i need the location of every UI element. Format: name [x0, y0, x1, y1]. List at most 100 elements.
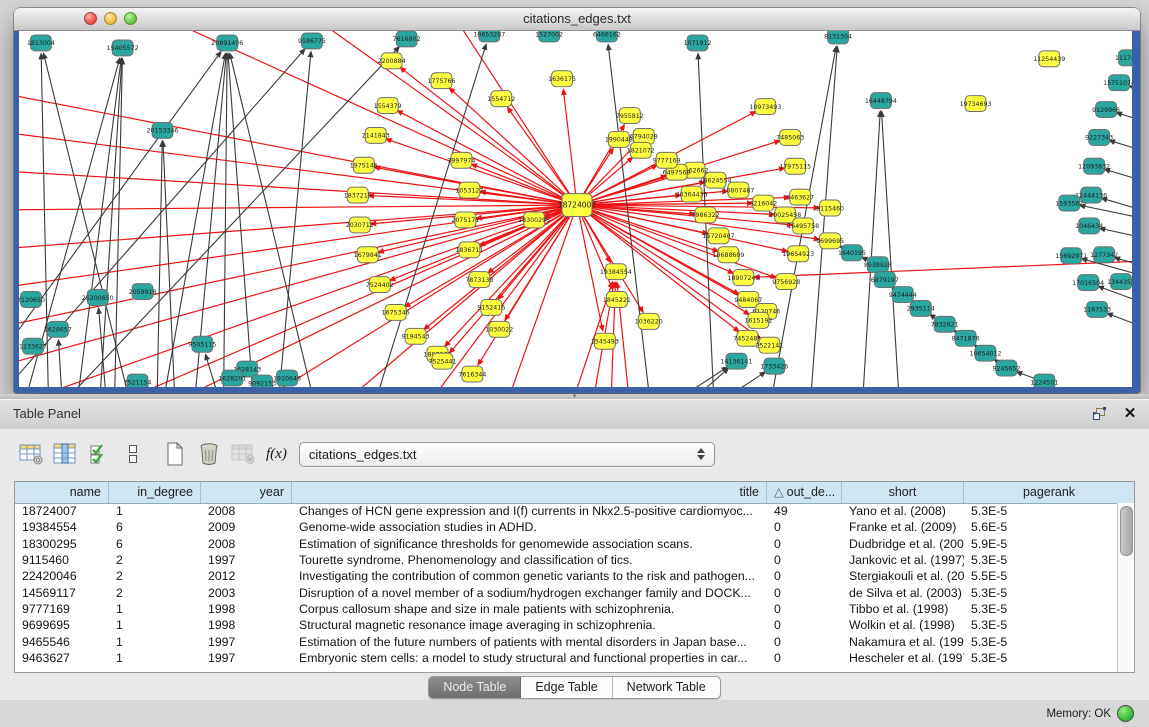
table-row[interactable]: 1938455462009Genome-wide association stu…	[15, 519, 1118, 535]
graph-node[interactable]: 18724007	[558, 194, 597, 217]
graph-node[interactable]: 1277342	[1090, 247, 1118, 263]
graph-node[interactable]: 15405572	[107, 40, 139, 56]
graph-node[interactable]: 15751074	[1103, 75, 1132, 91]
graph-node[interactable]: 9092153	[248, 375, 276, 387]
memory-ok-indicator[interactable]	[1117, 705, 1134, 722]
graph-node[interactable]: 1640195	[838, 245, 866, 261]
graph-node[interactable]: 1821072	[627, 142, 655, 158]
graph-node[interactable]: 1071912	[684, 35, 712, 51]
graph-node[interactable]: 9186775	[298, 33, 326, 49]
graph-node[interactable]: 9699695	[816, 233, 844, 249]
column-header-year[interactable]: year	[201, 482, 292, 503]
create-table-button[interactable]	[160, 440, 190, 468]
graph-node[interactable]: 7525441	[429, 353, 457, 369]
column-header-in_degree[interactable]: in_degree	[109, 482, 201, 503]
graph-node[interactable]: 19734693	[960, 96, 992, 112]
graph-node[interactable]: 1224501	[1030, 374, 1058, 387]
table-row[interactable]: 1830029562008Estimation of significance …	[15, 536, 1118, 552]
graph-node[interactable]: 6879197	[871, 272, 899, 288]
graph-node[interactable]: 9474444	[889, 287, 917, 303]
apply-function-button[interactable]: f(x)	[266, 446, 287, 463]
graph-node[interactable]: 7616802	[393, 31, 421, 47]
graph-node[interactable]: 1733426	[760, 358, 788, 374]
graph-node[interactable]: 1836711	[455, 242, 483, 258]
graph-node[interactable]: 2522141	[755, 337, 783, 353]
graph-node[interactable]: 1628201	[218, 370, 246, 386]
graph-node[interactable]: 6216042	[749, 195, 777, 211]
graph-node[interactable]: 1975145	[350, 157, 378, 173]
table-row[interactable]: 2242004622012Investigating the contribut…	[15, 568, 1118, 584]
column-header-title[interactable]: title	[292, 482, 767, 503]
zoom-window-button[interactable]	[124, 12, 137, 25]
graph-node[interactable]: 19384554	[600, 264, 632, 280]
table-selector-dropdown[interactable]: citations_edges.txt	[299, 442, 715, 467]
graph-node[interactable]: 19654923	[782, 246, 814, 262]
graph-node[interactable]: 7616344	[458, 366, 486, 382]
table-row[interactable]: 1456911722003Disruption of a novel membe…	[15, 584, 1118, 600]
graph-node[interactable]: 7873138	[465, 272, 493, 288]
minimize-window-button[interactable]	[104, 12, 117, 25]
show-columns-button[interactable]	[50, 440, 80, 468]
graph-node[interactable]: 2935114	[907, 300, 935, 316]
graph-node[interactable]: 20153346	[147, 122, 179, 138]
graph-node[interactable]: 10653287	[473, 31, 505, 42]
graph-node[interactable]: 8471876	[952, 330, 980, 346]
float-panel-button[interactable]	[1090, 405, 1108, 423]
graph-node[interactable]: 15720407	[703, 228, 735, 244]
graph-node[interactable]: 9505115	[188, 336, 216, 352]
table-vertical-scrollbar[interactable]	[1117, 503, 1134, 672]
delete-entries-button[interactable]	[194, 440, 224, 468]
graph-node[interactable]: 12093832	[1078, 158, 1110, 174]
graph-node[interactable]: 1628657	[44, 321, 72, 337]
graph-node[interactable]: 1775766	[428, 73, 456, 89]
graph-node[interactable]: 9463627	[786, 189, 814, 205]
graph-node[interactable]: 2141843	[362, 127, 390, 143]
graph-node[interactable]: 7485063	[776, 129, 804, 145]
graph-node[interactable]: 1527002	[535, 31, 563, 42]
graph-node[interactable]: 2200884	[378, 53, 406, 69]
graph-node[interactable]: 9194543	[402, 328, 430, 344]
graph-node[interactable]: 20364436	[676, 186, 708, 202]
graph-node[interactable]: 9227343	[1085, 129, 1113, 145]
table-row[interactable]: 1872400712008Changes of HCN gene express…	[15, 503, 1118, 519]
table-row[interactable]: 946554611997Estimation of the future num…	[15, 633, 1118, 649]
graph-node[interactable]: 1593582	[1055, 195, 1083, 211]
graph-node[interactable]: 1117438	[1115, 50, 1132, 66]
graph-node[interactable]: 1554379	[374, 98, 402, 114]
graph-node[interactable]: 8938928	[864, 257, 892, 273]
table-settings-button[interactable]	[16, 440, 46, 468]
graph-node[interactable]: 1030022	[485, 321, 513, 337]
graph-node[interactable]: 1036220	[635, 313, 663, 329]
graph-node[interactable]: 14136141	[720, 353, 752, 369]
graph-node[interactable]: 15692971	[1055, 248, 1087, 264]
graph-node[interactable]: 18907249	[727, 270, 759, 286]
graph-node[interactable]: 7524402	[366, 277, 394, 293]
table-row[interactable]: 977716911998Corpus callosum shape and si…	[15, 601, 1118, 617]
graph-node[interactable]: 7521154	[124, 374, 152, 387]
graph-node[interactable]: 8131304	[824, 31, 852, 44]
graph-node[interactable]: 1615192	[744, 312, 772, 328]
window-titlebar[interactable]: citations_edges.txt	[14, 8, 1140, 31]
graph-node[interactable]: 9245652	[992, 360, 1020, 376]
column-header-out_degree[interactable]: △out_de...	[767, 482, 842, 503]
graph-node[interactable]: 1636175	[548, 71, 576, 87]
graph-node[interactable]: 17016504	[1072, 275, 1104, 291]
table-row[interactable]: 911546021997Tourette syndrome. Phenomeno…	[15, 552, 1118, 568]
close-window-button[interactable]	[84, 12, 97, 25]
delete-table-button[interactable]	[228, 440, 258, 468]
graph-node[interactable]: 1675346	[382, 304, 410, 320]
tab-network-table[interactable]: Network Table	[613, 677, 720, 698]
column-header-short[interactable]: short	[842, 482, 964, 503]
close-panel-button[interactable]: ✕	[1121, 405, 1139, 423]
tab-edge-table[interactable]: Edge Table	[521, 677, 612, 698]
graph-node[interactable]: 1679841	[354, 247, 382, 263]
graph-node[interactable]: 9115460	[816, 200, 844, 216]
graph-node[interactable]: 2075171	[451, 212, 479, 228]
column-header-pagerank[interactable]: pagerank	[964, 482, 1134, 503]
graph-node[interactable]: 20891406	[211, 35, 243, 51]
graph-node[interactable]: 1545493	[591, 333, 619, 349]
scrollbar-thumb[interactable]	[1120, 506, 1133, 556]
graph-node[interactable]: 1837219	[344, 187, 372, 203]
table-row[interactable]: 946362711997Embryonic stem cells: a mode…	[15, 650, 1118, 666]
graph-node[interactable]: 1046434	[1075, 218, 1103, 234]
